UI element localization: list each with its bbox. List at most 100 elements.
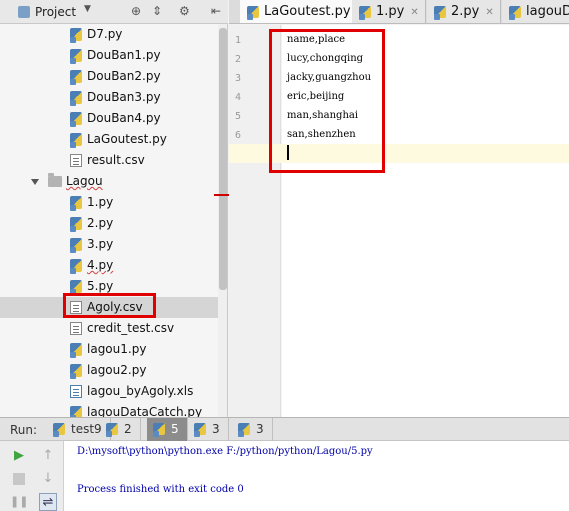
python-file-icon [53,423,65,437]
python-file-icon [509,6,521,20]
editor-tab[interactable]: lagouD [502,0,569,23]
run-label: Run: [10,423,38,437]
tree-item-label: Agoly.csv [87,300,143,314]
line-number: 3 [234,73,241,84]
tree-item-label: 3.py [87,237,114,251]
editor-tab[interactable]: 1.py ✕ [352,0,426,23]
tree-item[interactable]: Agoly.csv [0,297,218,318]
console-line: D:\mysoft\python\python.exe F:/python/py… [77,446,373,457]
python-file-icon [359,6,371,20]
tree-item-label: DouBan2.py [87,69,161,83]
tree-item-label: lagou_byAgoly.xls [87,384,194,398]
python-file-icon [153,423,165,437]
tree-item[interactable]: result.csv [0,150,218,171]
code-line: jacky,guangzhou [287,72,372,83]
run-tab-label: 2 [124,422,132,436]
python-file-icon [70,28,82,43]
tree-item[interactable]: lagou2.py [0,360,218,381]
collapse-icon[interactable]: ⇕ [152,3,162,19]
run-tab[interactable]: 5 [147,418,188,441]
python-file-icon [70,112,82,127]
editor-tab[interactable]: 2.py ✕ [427,0,501,23]
python-file-icon [70,259,82,274]
tree-item-label: lagou2.py [87,363,147,377]
project-panel-title[interactable]: Project [35,5,76,19]
tree-item[interactable]: DouBan1.py [0,45,218,66]
line-number: 2 [234,54,241,65]
tree-folder[interactable]: Lagou [0,171,218,192]
code-line: man,shanghai [287,110,359,121]
editor-tab-label: lagouD [526,4,569,19]
csv-file-icon [70,322,82,335]
tree-item[interactable]: DouBan3.py [0,87,218,108]
run-icon[interactable]: ▶ [10,447,28,465]
tree-item-label: Lagou [66,174,103,188]
stop-icon[interactable] [13,473,25,485]
run-toolbar: ▶ ↑ ↓ ❚❚ ⇌ [0,441,64,511]
run-tab-label: test9 [71,422,102,436]
tree-item-label: LaGoutest.py [87,132,167,146]
expand-arrow-icon[interactable] [31,179,39,185]
tree-item[interactable]: credit_test.csv [0,318,218,339]
console-line: Process finished with exit code 0 [77,484,244,495]
pause-icon[interactable]: ❚❚ [10,493,28,511]
tree-item[interactable]: 1.py [0,192,218,213]
close-icon[interactable]: ✕ [485,1,493,23]
tree-item[interactable]: lagouDataCatch.py [0,402,218,417]
tree-item-label: 1.py [87,195,114,209]
run-tab[interactable]: 3 [232,418,273,441]
tree-item-label: DouBan1.py [87,48,161,62]
close-icon[interactable]: ✕ [410,1,418,23]
python-file-icon [70,70,82,85]
csv-file-icon [70,154,82,167]
csv-file-icon [70,301,82,314]
editor-tab-label: 2.py [451,4,480,19]
code-area[interactable]: name,place lucy,chongqing jacky,guangzhou e… [282,25,569,417]
editor-tab-label: LaGoutest.py [264,4,351,19]
tree-item[interactable]: DouBan2.py [0,66,218,87]
python-file-icon [194,423,206,437]
tree-item-label: result.csv [87,153,145,167]
tree-item[interactable]: lagou1.py [0,339,218,360]
python-file-icon [434,6,446,20]
line-number: 5 [234,111,241,122]
project-tree[interactable]: D7.py DouBan1.py DouBan2.py DouBan3.py DouBa… [0,24,228,417]
tree-item[interactable]: 3.py [0,234,218,255]
tree-scrollbar-thumb[interactable] [219,28,227,290]
tree-item[interactable]: D7.py [0,24,218,45]
python-file-icon [70,280,82,295]
editor-tab-label: 1.py [376,4,405,19]
python-file-icon [70,217,82,232]
python-file-icon [70,196,82,211]
down-arrow-icon[interactable]: ↓ [39,470,57,488]
change-marker [214,194,229,196]
tree-scrollbar[interactable] [218,24,227,417]
python-file-icon [70,343,82,358]
tree-item[interactable]: 4.py [0,255,218,276]
excel-file-icon [70,385,82,398]
up-arrow-icon[interactable]: ↑ [39,447,57,465]
target-icon[interactable]: ⊕ [131,3,141,19]
run-tab[interactable]: 2 [100,418,141,441]
tree-item[interactable]: DouBan4.py [0,108,218,129]
line-number: 1 [234,35,241,46]
tree-item[interactable]: lagou_byAgoly.xls [0,381,218,402]
run-tab-label: 5 [171,422,179,436]
tree-item[interactable]: 5.py [0,276,218,297]
tree-item-label: 5.py [87,279,114,293]
gear-icon[interactable]: ⚙ [179,3,190,19]
folder-icon [48,173,62,187]
python-file-icon [70,406,82,417]
tree-item-label: 4.py [87,258,114,272]
tree-item-label: 2.py [87,216,114,230]
tree-item[interactable]: LaGoutest.py [0,129,218,150]
code-line: name,place [287,34,346,45]
project-view-icon[interactable] [18,6,30,18]
hide-icon[interactable]: ⇤ [211,3,221,19]
project-dropdown-icon[interactable]: ▼ [84,4,91,14]
soft-wrap-icon[interactable]: ⇌ [39,493,57,511]
code-line: lucy,chongqing [287,53,364,64]
run-console[interactable]: D:\mysoft\python\python.exe F:/python/py… [64,441,569,511]
tree-item[interactable]: 2.py [0,213,218,234]
run-tab[interactable]: 3 [188,418,229,441]
